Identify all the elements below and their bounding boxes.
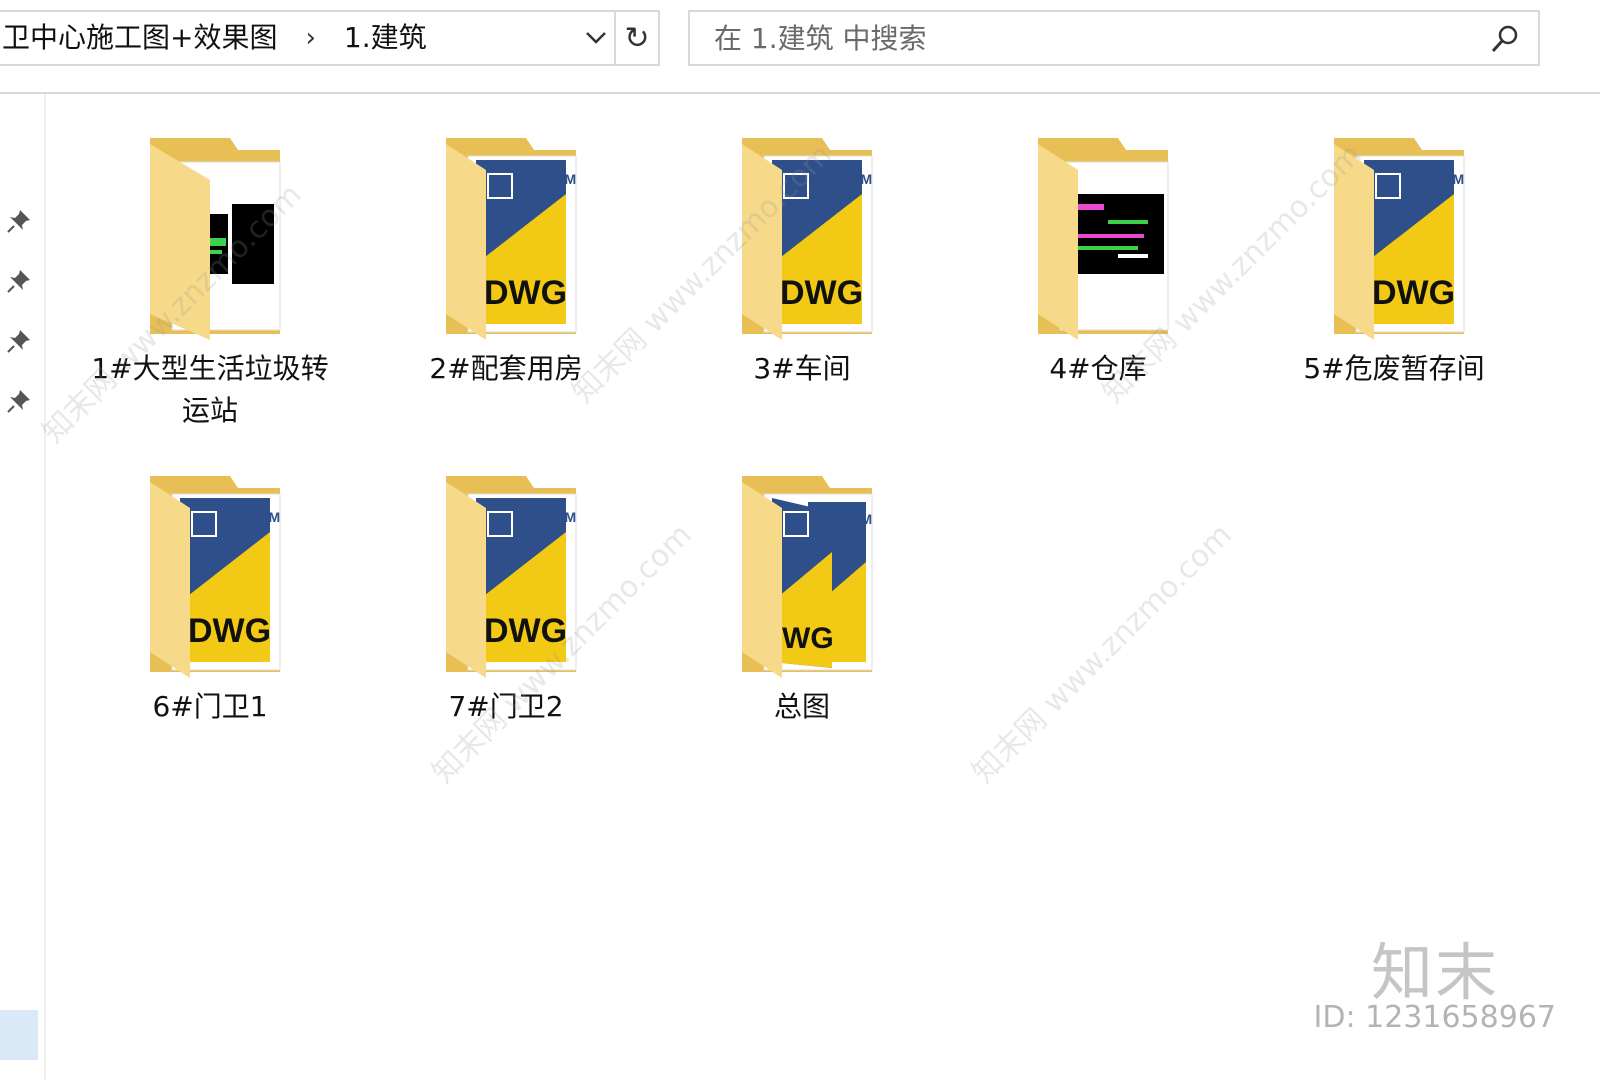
folder-label: 7#门卫2 [448,690,564,723]
svg-text:TM: TM [1444,171,1464,187]
refresh-icon: ↻ [624,20,650,56]
svg-text:DWG: DWG [188,612,271,650]
folder-label: 总图 [773,690,830,723]
navigation-pane [0,94,46,1080]
address-dropdown-icon[interactable] [578,10,614,66]
folder-icon: TM DWG [742,138,873,340]
folder-item[interactable]: 4#仓库 [968,134,1228,390]
nav-selected-item[interactable] [0,1010,38,1060]
svg-text:DWG: DWG [1372,274,1455,312]
search-box[interactable] [688,10,1540,66]
folder-label: 6#门卫1 [152,690,268,723]
address-bar[interactable]: 卫中心施工图+效果图 › 1.建筑 [0,10,610,66]
folder-icon: TM DWG [446,138,577,340]
svg-text:DWG: DWG [484,612,567,650]
folder-icon: TM WG [742,476,873,678]
svg-text:TM: TM [556,171,576,187]
folder-item[interactable]: TM DWG 6#门卫1 [80,472,340,728]
breadcrumb-parent[interactable]: 卫中心施工图+效果图 [2,10,277,66]
pin-icon[interactable] [6,328,32,354]
image-id-watermark: ID: 1231658967 [1313,1000,1556,1035]
folder-label: 1#大型生活垃圾转运站 [91,352,329,427]
folder-icon: TM DWG [150,476,281,678]
svg-text:TM: TM [556,509,576,525]
folder-item[interactable]: TM DWG 3#车间 [672,134,932,390]
folder-icon: TM DWG [446,476,577,678]
folder-label: 4#仓库 [1049,352,1147,385]
folder-icon: TM DWG [1334,138,1465,340]
svg-text:DWG: DWG [780,274,863,312]
site-logo-watermark: 知末 [1370,936,1499,1009]
refresh-button[interactable]: ↻ [614,10,660,66]
folder-item[interactable]: TM DWG 2#配套用房 [376,134,636,390]
search-icon[interactable] [1490,24,1520,54]
svg-text:DWG: DWG [484,274,567,312]
folder-item[interactable]: 1#大型生活垃圾转运站 [80,134,340,432]
folder-item[interactable]: TM DWG 7#门卫2 [376,472,636,728]
pin-icon[interactable] [6,208,32,234]
folder-label: 2#配套用房 [429,352,583,385]
svg-text:TM: TM [852,171,872,187]
pin-icon[interactable] [6,388,32,414]
svg-text:TM: TM [852,511,872,527]
svg-text:TM: TM [260,509,280,525]
folder-item[interactable]: TM WG 总图 [672,472,932,728]
folder-label: 5#危废暂存间 [1303,352,1485,385]
breadcrumb-separator-icon[interactable]: › [305,10,315,66]
folder-item[interactable]: TM DWG 5#危废暂存间 [1264,134,1524,390]
folder-label: 3#车间 [753,352,851,385]
file-view: 1#大型生活垃圾转运站 TM DWG 2#配套用房 TM DWG 3#车间 4#… [44,94,1600,1080]
breadcrumb-current[interactable]: 1.建筑 [344,10,427,66]
search-input[interactable] [690,12,1470,64]
svg-text:WG: WG [782,622,834,655]
folder-icon [150,138,281,340]
folder-icon [1038,138,1169,340]
toolbar: 卫中心施工图+效果图 › 1.建筑 ↻ [0,0,1600,94]
pin-icon[interactable] [6,268,32,294]
